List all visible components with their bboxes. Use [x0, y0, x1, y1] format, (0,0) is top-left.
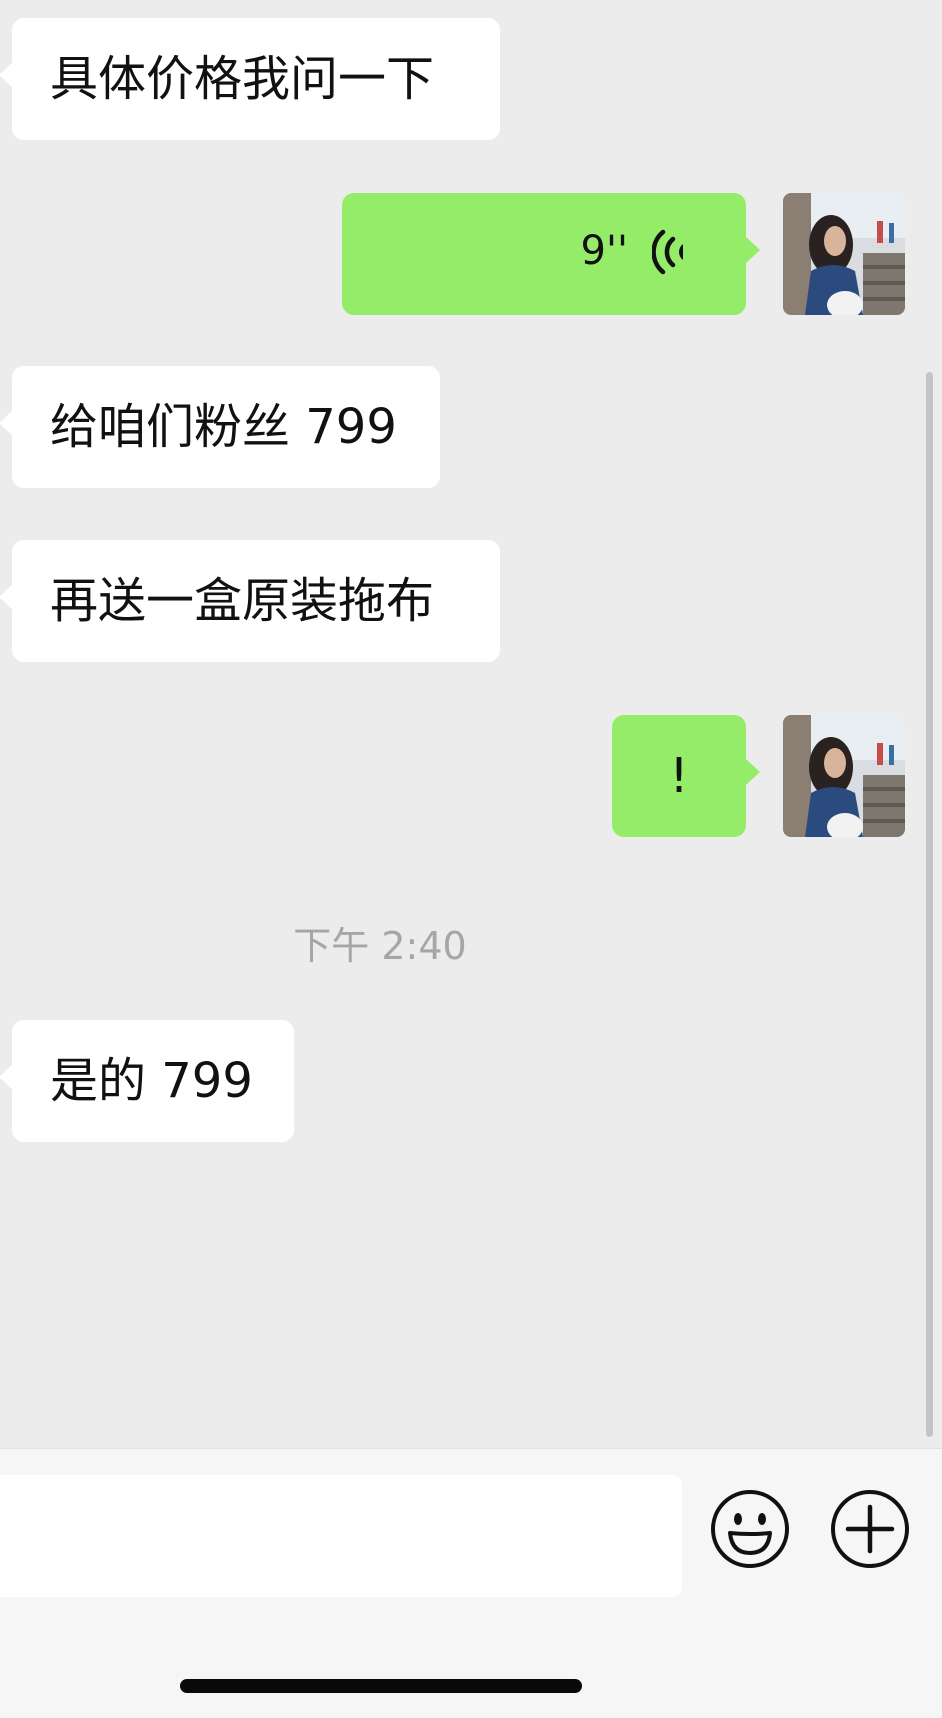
input-bar [0, 1448, 942, 1718]
received-message[interactable]: 是的 799 [0, 1020, 294, 1142]
received-message[interactable]: 具体价格我问一下 [0, 18, 500, 140]
received-message[interactable]: 给咱们粉丝 799 [0, 366, 440, 488]
avatar-photo [783, 715, 905, 837]
avatar-photo [783, 193, 905, 315]
voice-message[interactable]: 9'' [342, 193, 760, 315]
message-text: ! [669, 748, 689, 804]
message-text: 再送一盒原装拖布 [50, 573, 435, 629]
message-text: 是的 799 [50, 1053, 253, 1109]
sent-message[interactable]: ! [612, 715, 760, 837]
emoji-icon[interactable] [710, 1489, 790, 1569]
chat-area[interactable]: 具体价格我问一下 9'' 给咱们粉丝 799 再送一盒原装拖布 ! 下午 2:4… [0, 0, 942, 1448]
avatar[interactable] [783, 193, 905, 315]
message-timestamp: 下午 2:40 [293, 924, 467, 968]
voice-wave-icon [652, 229, 683, 275]
scrollbar[interactable] [926, 372, 933, 1437]
message-input[interactable] [0, 1475, 682, 1597]
voice-duration: 9'' [580, 228, 628, 274]
message-text: 具体价格我问一下 [50, 51, 435, 107]
plus-icon[interactable] [830, 1489, 910, 1569]
message-text: 给咱们粉丝 799 [50, 399, 397, 455]
avatar[interactable] [783, 715, 905, 837]
home-indicator[interactable] [180, 1679, 582, 1693]
received-message[interactable]: 再送一盒原装拖布 [0, 540, 500, 662]
